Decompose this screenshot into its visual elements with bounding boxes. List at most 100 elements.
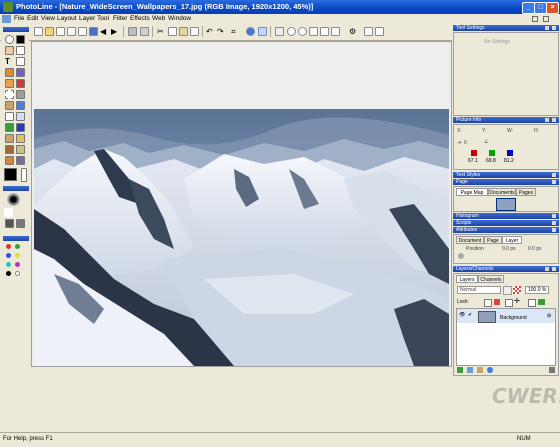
copy-icon[interactable] xyxy=(168,27,177,36)
layer-row[interactable]: 👁 ✔ Background ⊞ xyxy=(457,309,555,323)
new-document-icon[interactable] xyxy=(34,27,43,36)
panel-close-icon[interactable] xyxy=(552,221,556,225)
color-options-dropdown[interactable] xyxy=(21,168,27,182)
panel-close-icon[interactable] xyxy=(552,267,556,271)
save-icon[interactable] xyxy=(89,27,98,36)
layer-visibility-icon[interactable]: 👁 xyxy=(459,312,465,318)
brush-size-selector[interactable] xyxy=(4,208,13,217)
lock-alpha-icon[interactable] xyxy=(494,299,500,305)
attributes-header[interactable]: Attributes xyxy=(453,227,559,233)
magic-wand-tool-icon[interactable] xyxy=(16,90,25,99)
tab-document[interactable]: Document xyxy=(456,236,484,244)
swatch-white[interactable] xyxy=(15,271,20,276)
pencil-tool-icon[interactable] xyxy=(5,79,14,88)
blend-mode-select[interactable]: Normal xyxy=(457,286,501,294)
back-arrow-icon[interactable]: ◀ xyxy=(100,27,109,36)
info-icon[interactable] xyxy=(246,27,255,36)
page-map-thumbnail[interactable] xyxy=(496,198,516,211)
layer-info-icon[interactable] xyxy=(487,367,493,373)
brush-preview-icon[interactable] xyxy=(7,193,20,206)
tab-documents[interactable]: Documents xyxy=(488,188,516,196)
document-canvas[interactable] xyxy=(31,41,452,367)
layer-name[interactable]: Background xyxy=(500,315,527,321)
paste-icon[interactable] xyxy=(179,27,188,36)
tab-pages[interactable]: Pages xyxy=(516,188,536,196)
redo-icon[interactable]: ↷ xyxy=(217,27,226,36)
swatch-blue[interactable] xyxy=(6,253,11,258)
panel-close-icon[interactable] xyxy=(552,214,556,218)
grid-icon[interactable] xyxy=(331,27,340,36)
new-page-icon[interactable] xyxy=(56,27,65,36)
tab-layers[interactable]: Layers xyxy=(456,275,478,283)
panel-close-icon[interactable] xyxy=(552,118,556,122)
forward-arrow-icon[interactable]: ▶ xyxy=(111,27,120,36)
histogram-header[interactable]: Histogram xyxy=(453,213,559,219)
undo-icon[interactable]: ↶ xyxy=(206,27,215,36)
tab-page[interactable]: Page xyxy=(484,236,502,244)
script-icon[interactable]: ⚙ xyxy=(349,27,358,36)
stamp-tool-icon[interactable] xyxy=(16,134,25,143)
pointer-tool-icon[interactable] xyxy=(16,35,25,44)
scanner-icon[interactable] xyxy=(128,27,137,36)
tab-channels[interactable]: Channels xyxy=(478,275,504,283)
new-layer-icon[interactable] xyxy=(457,367,463,373)
scripts-header[interactable]: Scripts xyxy=(453,220,559,226)
eraser-tool-icon[interactable] xyxy=(16,79,25,88)
transform-tool-icon[interactable] xyxy=(16,68,25,77)
copy-document-icon[interactable] xyxy=(67,27,76,36)
opacity-field[interactable]: 100.0 % xyxy=(525,286,549,294)
panel-minimize-icon[interactable] xyxy=(545,267,549,271)
layer-list[interactable]: 👁 ✔ Background ⊞ xyxy=(456,308,556,366)
hand-tool-icon[interactable] xyxy=(5,46,14,55)
layer-edit-check-icon[interactable]: ✔ xyxy=(468,312,472,318)
swatch-black[interactable] xyxy=(6,271,11,276)
menu-edit[interactable]: Edit xyxy=(27,14,38,24)
transparency-icon[interactable] xyxy=(513,286,521,294)
swatch-cyan[interactable] xyxy=(6,262,11,267)
panel-close-icon[interactable] xyxy=(552,228,556,232)
position-x-value[interactable]: 0.0 px xyxy=(502,246,516,252)
path-tool-icon[interactable] xyxy=(16,57,25,66)
tool-settings-header[interactable]: Tool Settings xyxy=(453,25,559,31)
gradient-tool-icon[interactable] xyxy=(16,123,25,132)
lock-image-checkbox[interactable] xyxy=(505,299,513,307)
panel-close-icon[interactable] xyxy=(552,173,556,177)
fit-window-icon[interactable] xyxy=(309,27,318,36)
menu-effects[interactable]: Effects xyxy=(130,14,150,24)
panel-minimize-icon[interactable] xyxy=(545,118,549,122)
tab-page-map[interactable]: Page Map xyxy=(456,188,488,196)
eyedropper-tool-icon[interactable] xyxy=(5,68,14,77)
lock-mask-icon[interactable] xyxy=(538,299,545,305)
cat-brush-alt-icon[interactable] xyxy=(16,219,25,228)
sponge-tool-icon[interactable] xyxy=(16,145,25,154)
layer-mask-icon[interactable] xyxy=(467,367,473,373)
attribute-settings-icon[interactable] xyxy=(458,253,464,259)
lock-position-icon[interactable]: ✛ xyxy=(514,298,521,305)
mdi-close-button[interactable] xyxy=(543,16,549,22)
menu-file[interactable]: File xyxy=(14,14,24,24)
blend-dropdown-icon[interactable] xyxy=(503,286,512,295)
polygon-tool-icon[interactable] xyxy=(16,101,25,110)
picture-info-header[interactable]: Picture Info xyxy=(453,117,559,123)
layer-expand-icon[interactable]: ⊞ xyxy=(547,313,551,319)
brush-tool-icon[interactable] xyxy=(5,134,14,143)
move-tool-icon[interactable] xyxy=(16,46,25,55)
swatch-green[interactable] xyxy=(15,244,20,249)
zoom-tool-icon[interactable] xyxy=(5,35,14,44)
crop-icon[interactable]: ⌗ xyxy=(231,27,240,36)
ruler-icon[interactable] xyxy=(275,27,284,36)
tab-layer[interactable]: Layer xyxy=(502,236,522,244)
menu-web[interactable]: Web xyxy=(152,14,165,24)
mdi-restore-button[interactable] xyxy=(532,16,538,22)
rect-select-tool-icon[interactable] xyxy=(5,90,14,99)
smudge-tool-icon[interactable] xyxy=(5,145,14,154)
dodge-tool-icon[interactable] xyxy=(5,156,14,165)
foreground-color-swatch[interactable] xyxy=(4,168,17,181)
cat-brush-icon[interactable] xyxy=(5,219,14,228)
duplicate-icon[interactable] xyxy=(190,27,199,36)
zoom-in-icon[interactable] xyxy=(287,27,296,36)
menu-layout[interactable]: Layout xyxy=(57,14,77,24)
cut-icon[interactable]: ✂ xyxy=(157,27,166,36)
menu-view[interactable]: View xyxy=(41,14,55,24)
lasso-tool-icon[interactable] xyxy=(5,101,14,110)
